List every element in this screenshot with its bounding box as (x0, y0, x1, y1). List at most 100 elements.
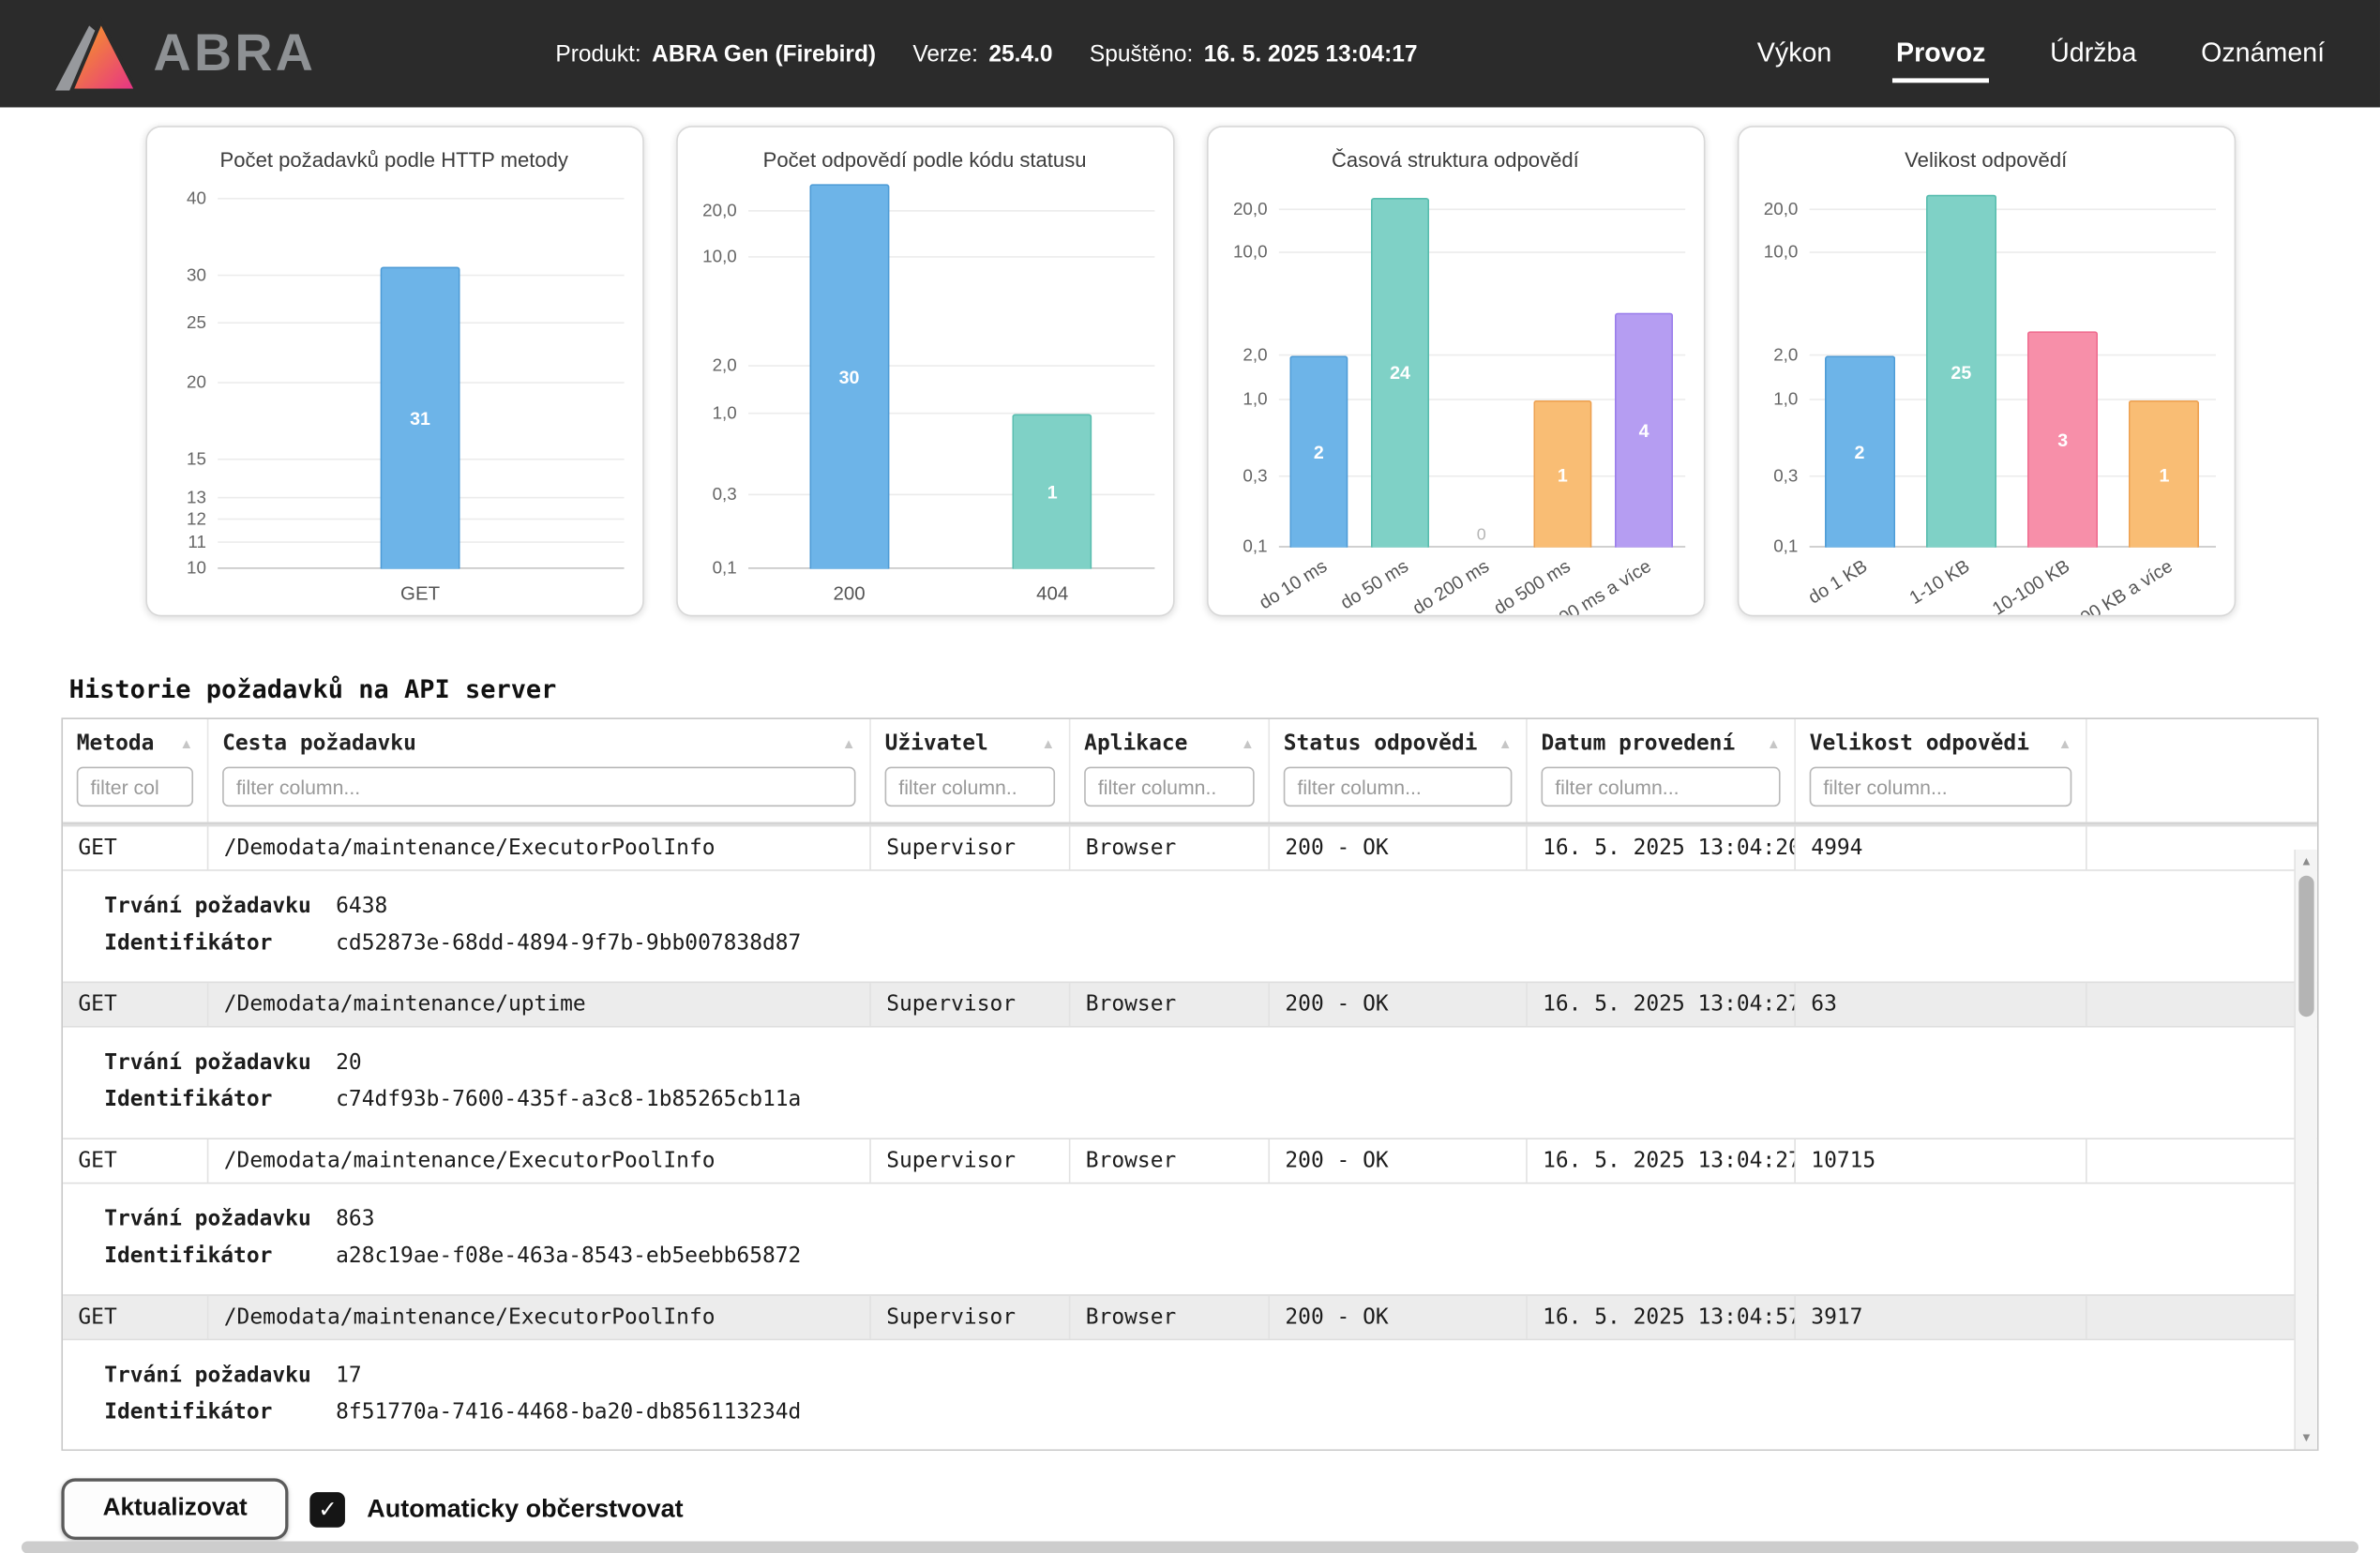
y-tick-label: 0,3 (1773, 468, 1798, 487)
bar-value-label: 4 (1639, 420, 1649, 442)
column-empty (2087, 719, 2317, 822)
cell-size: 10715 (1796, 1139, 2087, 1183)
sort-icon: ▲ (1499, 736, 1513, 751)
detail-identifier-line: Identifikátor 8f51770a-7416-4468-ba20-db… (63, 1394, 2317, 1430)
abra-logo[interactable]: ABRA (53, 17, 317, 90)
table-row[interactable]: GET /Demodata/maintenance/ExecutorPoolIn… (63, 1138, 2317, 1184)
x-label-text: 100 KB a více (2067, 555, 2176, 616)
y-tick-label: 1,0 (713, 404, 737, 423)
table-row[interactable]: GET /Demodata/maintenance/ExecutorPoolIn… (63, 825, 2317, 871)
cell-empty (2087, 826, 2317, 869)
detail-duration-line: Trvání požadavku 6438 (63, 888, 2317, 925)
gridline (1278, 252, 1684, 254)
x-label-text: 10-100 KB (1989, 555, 2074, 616)
column-sort-datum-provedeni[interactable]: Datum provedení▲ (1541, 731, 1780, 756)
chart-title: Velikost odpovědí (1739, 149, 2234, 173)
cell-date: 16. 5. 2025 13:04:57 (1528, 1296, 1796, 1339)
detail-label-duration: Trvání požadavku (104, 1045, 336, 1081)
product-value: ABRA Gen (Firebird) (652, 40, 876, 67)
gridline (747, 256, 1153, 258)
nav-udrzba[interactable]: Údržba (2047, 24, 2140, 83)
column-label: Aplikace (1084, 731, 1187, 756)
bar-do-500-ms: 1 (1533, 400, 1591, 548)
filter-input-status-odpovedi[interactable] (1284, 767, 1513, 807)
filter-input-datum-provedeni[interactable] (1541, 767, 1780, 807)
cell-status: 200 - OK (1270, 1139, 1528, 1183)
column-sort-metoda[interactable]: Metoda▲ (77, 731, 193, 756)
started-label: Spuštěno: (1090, 40, 1193, 67)
cell-size: 63 (1796, 983, 2087, 1026)
detail-duration-line: Trvání požadavku 17 (63, 1357, 2317, 1394)
vertical-scrollbar[interactable]: ▲ ▼ (2294, 850, 2317, 1449)
cell-user: Supervisor (871, 1139, 1071, 1183)
column-velikost-odpovedi: Velikost odpovědi▲ (1796, 719, 2087, 822)
y-tick-label: 0,3 (1243, 468, 1267, 487)
scroll-down-icon[interactable]: ▼ (2296, 1431, 2317, 1445)
bar-404: 1 (1013, 414, 1092, 569)
detail-value-identifier: a28c19ae-f08e-463a-8543-eb5eebb65872 (336, 1238, 801, 1274)
detail-value-identifier: cd52873e-68dd-4894-9f7b-9bb007838d87 (336, 925, 801, 961)
table-row[interactable]: GET /Demodata/maintenance/ExecutorPoolIn… (63, 1294, 2317, 1340)
x-label-200: 200 (833, 582, 865, 604)
sort-icon: ▲ (2058, 736, 2072, 751)
refresh-button[interactable]: Aktualizovat (61, 1478, 288, 1539)
bar-10-100-kb: 3 (2027, 330, 2098, 547)
detail-value-duration: 863 (336, 1200, 374, 1237)
y-tick-label: 2,0 (713, 357, 737, 376)
auto-refresh-checkbox[interactable]: ✓ (310, 1491, 346, 1527)
nav-vykon[interactable]: Výkon (1755, 24, 1835, 83)
bar-value-label: 1 (2160, 464, 2170, 486)
version-label: Verze: (912, 40, 978, 67)
filter-input-metoda[interactable] (77, 767, 193, 807)
table-row[interactable]: GET /Demodata/maintenance/uptime Supervi… (63, 982, 2317, 1028)
y-tick-label: 0,1 (1773, 538, 1798, 557)
scrollbar-thumb[interactable] (2298, 876, 2313, 1017)
abra-logo-text: ABRA (154, 23, 317, 83)
y-tick-label: 20,0 (1233, 201, 1268, 219)
bar-value-label: 2 (1855, 442, 1865, 463)
bar-500-ms-a-vice: 4 (1615, 312, 1673, 548)
cell-empty (2087, 983, 2317, 1026)
column-sort-velikost-odpovedi[interactable]: Velikost odpovědi▲ (1810, 731, 2072, 756)
column-aplikace: Aplikace ▲ (1070, 719, 1270, 822)
sort-icon: ▲ (1241, 736, 1255, 751)
gridline (1809, 208, 2215, 210)
nav-provoz[interactable]: Provoz (1893, 24, 1989, 83)
column-sort-status-odpovedi[interactable]: Status odpovědi▲ (1284, 731, 1513, 756)
filter-input-cesta-pozadavku[interactable] (222, 767, 855, 807)
y-tick-label: 2,0 (1773, 347, 1798, 366)
nav-oznameni[interactable]: Oznámení (2198, 24, 2328, 83)
sort-icon: ▲ (179, 736, 193, 751)
y-tick-label: 0,1 (1243, 538, 1267, 557)
bar-zero-label: 0 (1477, 526, 1486, 545)
charts-row: Počet požadavků podle HTTP metody 403025… (0, 126, 2380, 616)
cell-application: Browser (1070, 1296, 1270, 1339)
scroll-up-icon[interactable]: ▲ (2296, 854, 2317, 868)
filter-input-uzivatel[interactable] (885, 767, 1056, 807)
y-tick-label: 2,0 (1243, 347, 1267, 366)
x-label-404: 404 (1036, 582, 1068, 604)
detail-value-duration: 17 (336, 1357, 362, 1394)
filter-input-velikost-odpovedi[interactable] (1810, 767, 2072, 807)
cell-path: /Demodata/maintenance/ExecutorPoolInfo (208, 1139, 870, 1183)
filter-input-aplikace[interactable] (1084, 767, 1255, 807)
y-tick-label: 0,3 (713, 486, 737, 505)
cell-method: GET (63, 1139, 208, 1183)
bar-value-label: 1 (1558, 464, 1568, 486)
y-tick-label: 20 (187, 375, 206, 394)
requests-table: Metoda▲Cesta požadavku▲Uživatel▲Aplikace… (61, 717, 2318, 1451)
sort-icon: ▲ (842, 736, 856, 751)
gridline (747, 567, 1153, 569)
cell-empty (2087, 1139, 2317, 1183)
cell-path: /Demodata/maintenance/uptime (208, 983, 870, 1026)
column-sort-aplikace[interactable]: Aplikace ▲ (1084, 731, 1255, 756)
column-sort-cesta-pozadavku[interactable]: Cesta požadavku▲ (222, 731, 855, 756)
horizontal-scrollbar[interactable] (22, 1541, 2358, 1553)
column-label: Uživatel (885, 731, 988, 756)
gridline (747, 365, 1153, 367)
chart-plot: 40302520151312111031GET (217, 179, 623, 568)
row-detail: Trvání požadavku 863 Identifikátor a28c1… (63, 1184, 2317, 1294)
y-tick-label: 30 (187, 266, 206, 285)
column-sort-uzivatel[interactable]: Uživatel▲ (885, 731, 1056, 756)
gridline (1278, 208, 1684, 210)
